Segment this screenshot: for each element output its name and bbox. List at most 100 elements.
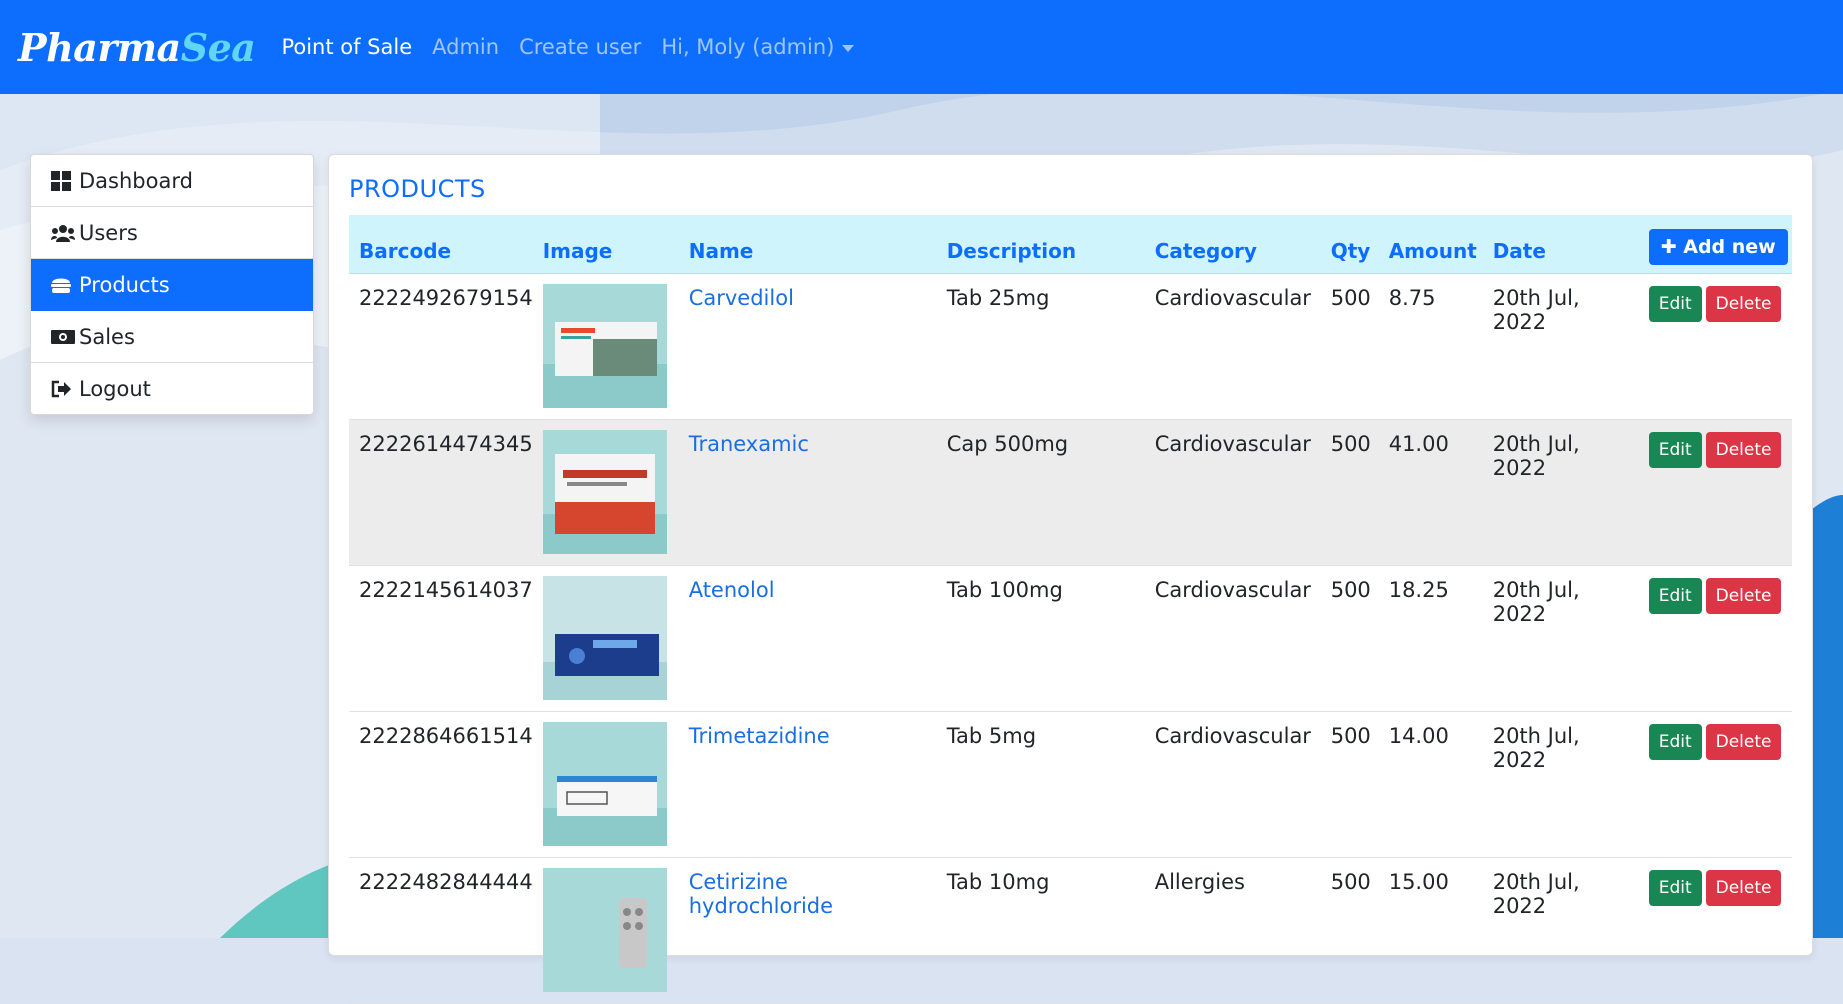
- delete-button[interactable]: Delete: [1705, 577, 1782, 614]
- table-row: 2222492679154 Carvedilol Tab 25mg Cardio…: [349, 273, 1792, 420]
- cell-category: Cardiovascular: [1144, 711, 1321, 858]
- delete-button[interactable]: Delete: [1705, 285, 1782, 322]
- product-name-link[interactable]: Atenolol: [689, 578, 775, 602]
- top-navbar: PharmaSea Point of Sale Admin Create use…: [0, 0, 1843, 94]
- user-menu-dropdown[interactable]: Hi, Moly (admin): [661, 35, 855, 59]
- column-header: Name: [678, 215, 937, 274]
- edit-button[interactable]: Edit: [1648, 577, 1702, 614]
- sidebar-item-logout[interactable]: Logout: [31, 363, 313, 414]
- chevron-down-icon: [842, 44, 855, 52]
- table-row: 2222482844444 Cetirizine hydrochloride T…: [349, 857, 1792, 1004]
- product-name-link[interactable]: Carvedilol: [689, 286, 794, 310]
- product-name-link[interactable]: Trimetazidine: [689, 724, 830, 748]
- product-name-link[interactable]: Cetirizine hydrochloride: [689, 870, 833, 918]
- cell-date: 20th Jul, 2022: [1482, 273, 1639, 420]
- cell-qty: 500: [1320, 857, 1379, 1004]
- delete-button[interactable]: Delete: [1705, 431, 1782, 468]
- cell-description: Tab 25mg: [936, 273, 1145, 420]
- cell-barcode: 2222145614037: [349, 565, 533, 712]
- page-title: PRODUCTS: [349, 175, 486, 203]
- brand-text-accent: Sea: [180, 24, 256, 70]
- column-header: Description: [936, 215, 1145, 274]
- sidebar-item-label: Products: [79, 272, 170, 297]
- column-header: Category: [1144, 215, 1321, 274]
- cell-description: Cap 500mg: [936, 419, 1145, 566]
- cell-image: [532, 565, 679, 712]
- cell-category: Cardiovascular: [1144, 565, 1321, 712]
- cell-amount: 41.00: [1378, 419, 1483, 566]
- column-header: Qty: [1320, 215, 1379, 274]
- cell-actions: Edit Delete: [1638, 273, 1792, 420]
- edit-button[interactable]: Edit: [1648, 869, 1702, 906]
- cell-actions: Edit Delete: [1638, 857, 1792, 1004]
- product-image[interactable]: [542, 721, 667, 846]
- cell-date: 20th Jul, 2022: [1482, 711, 1639, 858]
- cell-image: [532, 419, 679, 566]
- product-image[interactable]: [542, 867, 667, 992]
- cell-category: Cardiovascular: [1144, 419, 1321, 566]
- users-icon: [51, 222, 75, 244]
- dashboard-icon: [51, 170, 75, 192]
- sidebar-item-products[interactable]: Products: [31, 259, 313, 311]
- sidebar-item-label: Dashboard: [79, 168, 193, 193]
- column-header: Date: [1482, 215, 1639, 274]
- cell-image: [532, 273, 679, 420]
- nav-create-user[interactable]: Create user: [519, 35, 641, 59]
- column-header: Amount: [1378, 215, 1483, 274]
- cell-barcode: 2222492679154: [349, 273, 533, 420]
- cell-date: 20th Jul, 2022: [1482, 565, 1639, 712]
- edit-button[interactable]: Edit: [1648, 723, 1702, 760]
- sidebar-item-users[interactable]: Users: [31, 207, 313, 259]
- logout-icon: [51, 378, 75, 400]
- cell-date: 20th Jul, 2022: [1482, 857, 1639, 1004]
- cell-qty: 500: [1320, 419, 1379, 566]
- delete-button[interactable]: Delete: [1705, 869, 1782, 906]
- nav-admin[interactable]: Admin: [432, 35, 499, 59]
- cell-qty: 500: [1320, 273, 1379, 420]
- product-image[interactable]: [542, 575, 667, 700]
- brand-logo[interactable]: PharmaSea: [18, 24, 256, 70]
- cell-barcode: 2222482844444: [349, 857, 533, 1004]
- column-header: Image: [532, 215, 679, 274]
- sidebar-item-dashboard[interactable]: Dashboard: [31, 155, 313, 207]
- edit-button[interactable]: Edit: [1648, 431, 1702, 468]
- cell-category: Cardiovascular: [1144, 273, 1321, 420]
- product-image[interactable]: [542, 429, 667, 554]
- cell-amount: 8.75: [1378, 273, 1483, 420]
- sidebar-item-label: Logout: [79, 376, 151, 401]
- products-table: Barcode Image Name Description Category …: [349, 215, 1792, 1004]
- cell-qty: 500: [1320, 565, 1379, 712]
- edit-button[interactable]: Edit: [1648, 285, 1702, 322]
- cell-image: [532, 711, 679, 858]
- cell-amount: 18.25: [1378, 565, 1483, 712]
- cell-barcode: 2222614474345: [349, 419, 533, 566]
- plus-icon: ✚: [1660, 235, 1684, 258]
- table-row: 2222864661514 Trimetazidine Tab 5mg Card…: [349, 711, 1792, 858]
- cell-actions: Edit Delete: [1638, 419, 1792, 566]
- cell-actions: Edit Delete: [1638, 711, 1792, 858]
- cell-category: Allergies: [1144, 857, 1321, 1004]
- sidebar-item-label: Sales: [79, 324, 135, 349]
- sidebar-item-label: Users: [79, 220, 138, 245]
- cell-description: Tab 10mg: [936, 857, 1145, 1004]
- cell-actions: Edit Delete: [1638, 565, 1792, 712]
- table-row: 2222614474345 Tranexamic Cap 500mg Cardi…: [349, 419, 1792, 566]
- actions-header: ✚ Add new: [1638, 215, 1792, 274]
- nav-point-of-sale[interactable]: Point of Sale: [281, 35, 412, 59]
- brand-text: Pharma: [18, 24, 181, 70]
- sidebar-item-sales[interactable]: Sales: [31, 311, 313, 363]
- add-new-label: Add new: [1683, 235, 1776, 258]
- add-new-button[interactable]: ✚ Add new: [1648, 228, 1788, 265]
- product-name-link[interactable]: Tranexamic: [689, 432, 809, 456]
- cell-barcode: 2222864661514: [349, 711, 533, 858]
- column-header: Barcode: [349, 215, 533, 274]
- delete-button[interactable]: Delete: [1705, 723, 1782, 760]
- table-row: 2222145614037 Atenolol Tab 100mg Cardiov…: [349, 565, 1792, 712]
- money-icon: [51, 326, 75, 348]
- cell-date: 20th Jul, 2022: [1482, 419, 1639, 566]
- table-header-row: Barcode Image Name Description Category …: [349, 215, 1792, 274]
- cell-image: [532, 857, 679, 1004]
- product-image[interactable]: [542, 283, 667, 408]
- cell-amount: 15.00: [1378, 857, 1483, 1004]
- products-icon: [51, 274, 75, 296]
